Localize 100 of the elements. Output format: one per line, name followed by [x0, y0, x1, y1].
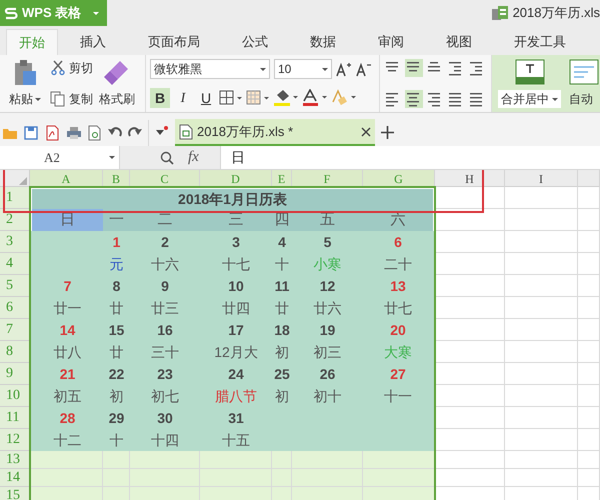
lunar-date-cell[interactable]: 十六 — [130, 253, 200, 275]
lunar-date-cell[interactable]: 十 — [103, 429, 130, 451]
ribbon-tab[interactable]: 审阅 — [366, 29, 416, 55]
date-cell[interactable]: 1 — [103, 231, 130, 253]
lunar-date-cell[interactable]: 初五 — [32, 385, 103, 407]
row-header[interactable]: 6 — [0, 297, 30, 319]
date-cell[interactable]: 17 — [200, 319, 272, 341]
date-cell[interactable]: 15 — [103, 319, 130, 341]
lunar-date-cell[interactable]: 廿八 — [32, 341, 103, 363]
date-cell[interactable]: 19 — [292, 319, 363, 341]
date-cell[interactable]: 6 — [363, 231, 433, 253]
format-painter-button[interactable]: 格式刷 — [99, 55, 135, 112]
row-header[interactable]: 7 — [0, 319, 30, 341]
date-cell[interactable]: 2 — [130, 231, 200, 253]
lunar-date-cell[interactable]: 十一 — [363, 385, 433, 407]
lunar-date-cell[interactable]: 十四 — [130, 429, 200, 451]
ribbon-tab[interactable]: 开发工具 — [502, 29, 578, 55]
lunar-date-cell[interactable]: 初 — [103, 385, 130, 407]
date-cell[interactable]: 26 — [292, 363, 363, 385]
lunar-date-cell[interactable]: 初七 — [130, 385, 200, 407]
date-cell[interactable]: 13 — [363, 275, 433, 297]
date-cell[interactable]: 21 — [32, 363, 103, 385]
lunar-date-cell[interactable]: 二十 — [363, 253, 433, 275]
row-header[interactable]: 10 — [0, 385, 30, 407]
merge-center-button[interactable]: 合并居中 — [498, 59, 561, 108]
row-header[interactable]: 15 — [0, 487, 30, 500]
weekday-cell[interactable]: 六 — [363, 209, 433, 231]
row-header[interactable]: 1 — [0, 187, 30, 209]
lunar-date-cell[interactable]: 廿三 — [130, 297, 200, 319]
lunar-date-cell[interactable]: 三十 — [130, 341, 200, 363]
cut-button[interactable]: 剪切 — [50, 59, 93, 77]
pdf-icon[interactable] — [44, 125, 60, 141]
row-header[interactable]: 4 — [0, 253, 30, 275]
date-cell[interactable]: 29 — [103, 407, 130, 429]
fill-color-icon[interactable] — [273, 89, 299, 107]
row-header[interactable]: 12 — [0, 429, 30, 451]
row-header[interactable]: 3 — [0, 231, 30, 253]
column-header[interactable]: I — [505, 170, 578, 187]
lunar-date-cell[interactable]: 十 — [272, 253, 292, 275]
align-center-icon[interactable] — [405, 90, 423, 108]
lunar-date-cell[interactable]: 廿 — [272, 297, 292, 319]
lunar-date-cell[interactable]: 初 — [272, 385, 292, 407]
print-icon[interactable] — [66, 126, 82, 140]
date-cell[interactable]: 14 — [32, 319, 103, 341]
date-cell[interactable]: 11 — [272, 275, 292, 297]
column-header[interactable]: E — [272, 170, 292, 187]
lunar-date-cell[interactable]: 初 — [272, 341, 292, 363]
date-cell[interactable]: 5 — [292, 231, 363, 253]
ribbon-tab[interactable]: 公式 — [230, 29, 280, 55]
ribbon-tab[interactable]: 插入 — [68, 29, 118, 55]
cell-style-icon[interactable] — [246, 90, 270, 106]
zoom-icon[interactable] — [160, 150, 174, 164]
column-header[interactable]: D — [200, 170, 272, 187]
date-cell[interactable]: 22 — [103, 363, 130, 385]
shrink-font-icon[interactable] — [356, 61, 372, 77]
text-style-button[interactable]: U — [196, 88, 216, 108]
weekday-cell[interactable]: 二 — [130, 209, 200, 231]
column-header[interactable]: B — [103, 170, 130, 187]
font-color-icon[interactable] — [302, 89, 328, 107]
date-cell[interactable]: 18 — [272, 319, 292, 341]
align-middle-icon[interactable] — [405, 59, 423, 77]
wrap-text-button[interactable]: 自动 — [569, 59, 599, 108]
lunar-date-cell[interactable]: 廿七 — [363, 297, 433, 319]
date-cell[interactable]: 27 — [363, 363, 433, 385]
weekday-cell[interactable]: 一 — [103, 209, 130, 231]
date-cell[interactable]: 24 — [200, 363, 272, 385]
app-menu-button[interactable]: WPS 表格 — [0, 0, 107, 26]
date-cell[interactable]: 30 — [130, 407, 200, 429]
date-cell[interactable]: 20 — [363, 319, 433, 341]
text-style-button[interactable]: B — [150, 88, 170, 108]
borders-icon[interactable] — [219, 90, 243, 106]
save-icon[interactable] — [24, 126, 38, 140]
grow-font-icon[interactable] — [336, 61, 352, 77]
ribbon-tab[interactable]: 数据 — [298, 29, 348, 55]
lunar-date-cell[interactable]: 初三 — [292, 341, 363, 363]
date-cell[interactable]: 10 — [200, 275, 272, 297]
date-cell[interactable]: 25 — [272, 363, 292, 385]
column-header[interactable]: A — [30, 170, 103, 187]
lunar-date-cell[interactable]: 廿 — [103, 297, 130, 319]
close-icon[interactable] — [361, 126, 371, 136]
font-size-field[interactable]: 10 — [274, 59, 332, 79]
row-header[interactable]: 14 — [0, 469, 30, 487]
column-header[interactable]: G — [363, 170, 435, 187]
ribbon-tab[interactable]: 视图 — [434, 29, 484, 55]
lunar-date-cell[interactable]: 十五 — [200, 429, 272, 451]
document-tab[interactable]: 2018万年历.xls * — [175, 119, 375, 146]
lunar-date-cell[interactable]: 初十 — [292, 385, 363, 407]
date-cell[interactable]: 16 — [130, 319, 200, 341]
row-header[interactable]: 8 — [0, 341, 30, 363]
row-header[interactable]: 9 — [0, 363, 30, 385]
function-button[interactable]: fx — [188, 146, 199, 169]
column-header[interactable]: F — [292, 170, 363, 187]
date-cell[interactable]: 4 — [272, 231, 292, 253]
lunar-date-cell[interactable]: 腊八节 — [200, 385, 272, 407]
ribbon-tab[interactable]: 开始 — [6, 29, 58, 55]
date-cell[interactable]: 28 — [32, 407, 103, 429]
ribbon-tab[interactable]: 页面布局 — [136, 29, 212, 55]
lunar-date-cell[interactable]: 十七 — [200, 253, 272, 275]
font-family-field[interactable]: 微软雅黑 — [150, 59, 270, 79]
lunar-date-cell[interactable]: 十二 — [32, 429, 103, 451]
